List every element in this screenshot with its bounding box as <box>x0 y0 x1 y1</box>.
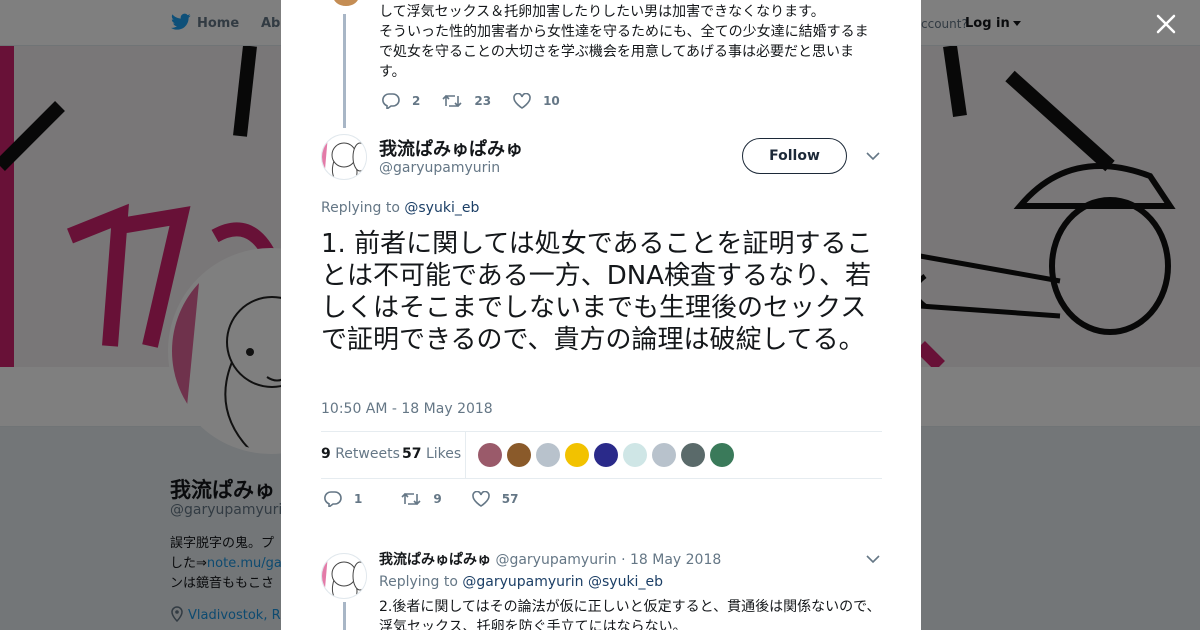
retweet-count: 9 <box>433 492 442 506</box>
main-tweet-author-name[interactable]: 我流ぱみゅぱみゅ <box>379 135 523 161</box>
reply-icon <box>324 491 342 507</box>
previous-tweet-line: そういった性的加害者から女性達を守るためにも、全ての少女達に結婚するま <box>379 24 869 40</box>
liker-avatars <box>478 443 739 467</box>
like-count: 57 <box>501 492 519 506</box>
liker-avatar[interactable] <box>536 443 560 467</box>
replying-to-prefix: Replying to <box>321 200 400 216</box>
previous-tweet-actions: 2 23 10 <box>382 93 582 109</box>
replying-to-mention[interactable]: @garyupamyurin @syuki_eb <box>462 574 663 590</box>
liker-avatar[interactable] <box>623 443 647 467</box>
close-icon[interactable] <box>1154 12 1178 36</box>
reply-action[interactable]: 1 <box>324 491 362 507</box>
liker-avatar[interactable] <box>507 443 531 467</box>
like-count: 10 <box>543 94 560 108</box>
previous-tweet-line: す。 <box>379 64 406 80</box>
previous-tweet-text: して浮気セックス＆托卵加害したりしたい男は加害できなくなります。 そういった性的… <box>379 2 879 82</box>
follow-button[interactable]: Follow <box>742 138 847 174</box>
avatar-illustration <box>322 135 366 179</box>
liker-avatar[interactable] <box>478 443 502 467</box>
main-tweet-actions: 1 9 57 <box>324 491 540 507</box>
replying-to-prefix: Replying to <box>379 574 458 590</box>
main-tweet-text: 1. 前者に関しては処女であることを証明することは不可能である一方、DNA検査す… <box>321 229 873 355</box>
liker-avatar[interactable] <box>594 443 618 467</box>
like-stat-label: Likes <box>425 446 462 462</box>
reply-tweet-text: 2.後者に関してはその論法が仮に正しいと仮定すると、貫通後は関係ないので、浮気セ… <box>379 599 881 630</box>
liker-avatar[interactable] <box>652 443 676 467</box>
reply-tweet-avatar[interactable] <box>321 553 367 599</box>
reply-tweet-header: 我流ぱみゅぱみゅ @garyupamyurin · 18 May 2018 <box>379 549 721 569</box>
like-action[interactable]: 10 <box>513 93 560 109</box>
liker-avatar[interactable] <box>565 443 589 467</box>
previous-tweet-line: で処女を守ることの大切さを学ぶ機会を用意してあげる事は必要だと思いま <box>379 44 855 60</box>
tweet-timestamp[interactable]: 10:50 AM - 18 May 2018 <box>321 401 493 417</box>
tweet-permalink-modal: して浮気セックス＆托卵加害したりしたい男は加害できなくなります。 そういった性的… <box>281 0 921 630</box>
tweet-stats: 9 Retweets 57 Likes <box>321 431 882 479</box>
retweet-icon <box>442 94 462 108</box>
heart-icon <box>513 93 531 109</box>
like-stat[interactable]: 57 Likes <box>402 446 461 462</box>
liker-avatar[interactable] <box>710 443 734 467</box>
reply-tweet-author-name[interactable]: 我流ぱみゅぱみゅ <box>379 552 491 568</box>
heart-icon <box>471 491 490 507</box>
retweet-icon <box>401 492 421 506</box>
retweet-action[interactable]: 23 <box>442 93 491 109</box>
retweet-stat-label: Retweets <box>335 446 400 462</box>
like-stat-count: 57 <box>402 446 422 462</box>
main-tweet-author-handle[interactable]: @garyupamyurin <box>379 160 500 176</box>
retweet-count: 23 <box>474 94 492 108</box>
replying-to: Replying to @syuki_eb <box>321 200 479 216</box>
chevron-down-icon[interactable] <box>866 151 880 161</box>
reply-count: 1 <box>354 492 363 506</box>
reply-replying-to: Replying to @garyupamyurin @syuki_eb <box>379 574 663 590</box>
retweet-stat[interactable]: 9 Retweets <box>321 446 400 462</box>
reply-tweet-date[interactable]: · 18 May 2018 <box>621 552 721 568</box>
reply-tweet-author-handle[interactable]: @garyupamyurin <box>495 552 616 568</box>
liker-avatar[interactable] <box>681 443 705 467</box>
retweet-action[interactable]: 9 <box>401 491 442 507</box>
replying-to-mention[interactable]: @syuki_eb <box>404 200 479 216</box>
avatar-illustration <box>322 554 366 598</box>
stats-divider <box>465 432 466 478</box>
reply-action[interactable]: 2 <box>382 93 420 109</box>
previous-tweet-line: して浮気セックス＆托卵加害したりしたい男は加害できなくなります。 <box>379 4 825 20</box>
reply-icon <box>382 93 400 109</box>
chevron-down-icon[interactable] <box>866 554 880 564</box>
retweet-stat-count: 9 <box>321 446 331 462</box>
reply-count: 2 <box>412 94 421 108</box>
thread-connector-line <box>343 602 346 630</box>
thread-connector-line <box>343 14 346 128</box>
like-action[interactable]: 57 <box>471 491 519 507</box>
main-tweet-avatar[interactable] <box>321 134 367 180</box>
previous-tweet-avatar[interactable] <box>331 0 361 8</box>
